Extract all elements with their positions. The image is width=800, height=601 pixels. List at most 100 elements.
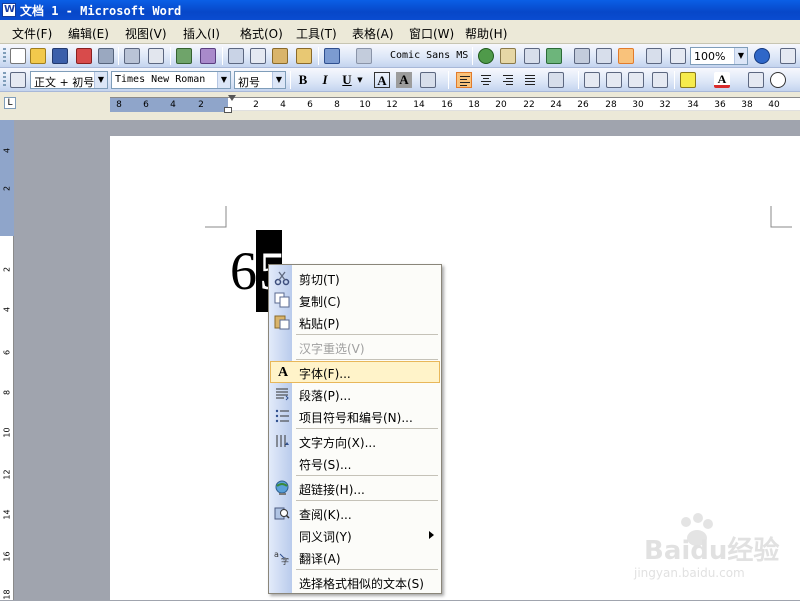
italic-button[interactable]: I: [316, 72, 334, 88]
menu-item-cut[interactable]: 剪切(T): [270, 267, 440, 289]
tables-borders-icon[interactable]: [500, 48, 516, 64]
help-icon[interactable]: [754, 48, 770, 64]
char-shading-button[interactable]: A: [396, 72, 412, 88]
email-icon[interactable]: [98, 48, 114, 64]
copy-icon[interactable]: [250, 48, 266, 64]
align-left-icon[interactable]: [456, 72, 472, 88]
margin-corner-mark: [205, 206, 227, 228]
chevron-down-icon[interactable]: ▼: [217, 72, 230, 88]
show-formatting-icon[interactable]: [670, 48, 686, 64]
line-spacing-icon[interactable]: [548, 72, 564, 88]
style-select[interactable]: 正文 + 初号 ▼: [30, 71, 108, 89]
char-border-button[interactable]: A: [374, 72, 390, 88]
menu-item-paragraph[interactable]: 段落(P)...: [270, 383, 440, 405]
menu-tools[interactable]: 工具(T): [296, 25, 337, 42]
ruler-row: L 8 6 4 2 2 4 6 8 10 12 14 16 18 20 22 2…: [0, 92, 800, 120]
phonetic-guide-icon[interactable]: [748, 72, 764, 88]
insert-excel-icon[interactable]: [546, 48, 562, 64]
show-hide-icon[interactable]: [646, 48, 662, 64]
undo-icon[interactable]: [324, 48, 340, 64]
horizontal-ruler[interactable]: 8 6 4 2 2 4 6 8 10 12 14 16 18 20 22 24 …: [110, 95, 800, 113]
read-mode-icon[interactable]: [780, 48, 796, 64]
tab-selector[interactable]: L: [4, 97, 16, 109]
menu-table[interactable]: 表格(A): [352, 25, 394, 42]
insert-table-icon[interactable]: [524, 48, 540, 64]
menu-item-bullets-numbering[interactable]: 项目符号和编号(N)...: [270, 405, 440, 427]
align-center-icon[interactable]: [478, 72, 494, 88]
chevron-down-icon[interactable]: ▼: [734, 48, 747, 64]
chevron-down-icon[interactable]: ▼: [356, 72, 364, 88]
menu-edit[interactable]: 编辑(E): [68, 25, 109, 42]
menu-view[interactable]: 视图(V): [125, 25, 167, 42]
left-indent-marker[interactable]: [224, 107, 232, 113]
menu-item-copy[interactable]: 复制(C): [270, 289, 440, 311]
menu-item-font[interactable]: A 字体(F)...: [270, 361, 440, 383]
vruler-tick: 4: [2, 147, 12, 154]
char-scaling-icon[interactable]: [420, 72, 436, 88]
zoom-select[interactable]: 100% ▼: [690, 47, 748, 65]
menu-item-synonyms[interactable]: 同义词(Y): [270, 524, 440, 546]
ruler-tick: 8: [334, 100, 340, 110]
menu-item-paste[interactable]: 粘贴(P): [270, 311, 440, 333]
permission-icon[interactable]: [76, 48, 92, 64]
spelling-icon[interactable]: [176, 48, 192, 64]
document-text[interactable]: 6: [230, 240, 257, 302]
chevron-down-icon[interactable]: ▼: [94, 72, 107, 88]
format-painter-icon[interactable]: [296, 48, 312, 64]
open-folder-icon[interactable]: [30, 48, 46, 64]
menu-help[interactable]: 帮助(H): [465, 25, 507, 42]
bold-button[interactable]: B: [294, 72, 312, 88]
new-document-icon[interactable]: [10, 48, 26, 64]
save-icon[interactable]: [52, 48, 68, 64]
vertical-ruler[interactable]: 4 2 2 4 6 8 10 12 14 16 18: [0, 120, 14, 600]
decrease-indent-icon[interactable]: [628, 72, 644, 88]
font-preview-label[interactable]: Comic Sans MS: [390, 50, 468, 61]
increase-indent-icon[interactable]: [652, 72, 668, 88]
hyperlink-icon[interactable]: [478, 48, 494, 64]
menu-separator: [296, 475, 438, 476]
font-color-icon[interactable]: A: [714, 72, 730, 88]
menu-file[interactable]: 文件(F): [12, 25, 52, 42]
watermark-text: Baidu经验: [644, 536, 780, 566]
underline-button[interactable]: U: [338, 72, 356, 88]
font-size-select[interactable]: 初号 ▼: [234, 71, 286, 89]
toolbar-grip[interactable]: [3, 48, 6, 64]
menu-separator: [296, 359, 438, 360]
word-app-icon[interactable]: W: [2, 3, 16, 17]
drawing-icon[interactable]: [596, 48, 612, 64]
menu-item-text-direction[interactable]: 文字方向(X)...: [270, 430, 440, 452]
menu-item-select-similar[interactable]: 选择格式相似的文本(S): [270, 571, 440, 593]
toolbar-grip[interactable]: [3, 72, 6, 88]
first-line-indent-marker[interactable]: [228, 95, 236, 101]
paste-icon[interactable]: [272, 48, 288, 64]
justify-icon[interactable]: [522, 72, 538, 88]
highlight-icon[interactable]: [680, 72, 696, 88]
menu-insert[interactable]: 插入(I): [183, 25, 220, 42]
bullets-icon[interactable]: [606, 72, 622, 88]
enclose-char-icon[interactable]: [770, 72, 786, 88]
styles-pane-icon[interactable]: [10, 72, 26, 88]
print-preview-icon[interactable]: [148, 48, 164, 64]
menu-separator: [296, 569, 438, 570]
toolbar-separator: [290, 71, 291, 89]
font-select[interactable]: Times New Roman ▼: [111, 71, 231, 89]
menu-item-hyperlink[interactable]: 超链接(H)...: [270, 477, 440, 499]
menu-format[interactable]: 格式(O): [240, 25, 283, 42]
menu-item-label: 汉字重选(V): [299, 342, 365, 356]
columns-icon[interactable]: [574, 48, 590, 64]
toolbar-separator: [472, 47, 473, 65]
ruler-tick: 4: [170, 100, 176, 110]
research-icon[interactable]: [200, 48, 216, 64]
research-icon: [274, 507, 290, 520]
print-icon[interactable]: [124, 48, 140, 64]
cut-icon[interactable]: [228, 48, 244, 64]
menu-window[interactable]: 窗口(W): [409, 25, 454, 42]
align-right-icon[interactable]: [500, 72, 516, 88]
menu-item-translate[interactable]: a 字 翻译(A): [270, 546, 440, 568]
menu-item-symbol[interactable]: 符号(S)...: [270, 452, 440, 474]
menu-item-research[interactable]: 查阅(K)...: [270, 502, 440, 524]
redo-icon[interactable]: [356, 48, 372, 64]
chevron-down-icon[interactable]: ▼: [272, 72, 285, 88]
document-map-icon[interactable]: [618, 48, 634, 64]
numbering-icon[interactable]: [584, 72, 600, 88]
